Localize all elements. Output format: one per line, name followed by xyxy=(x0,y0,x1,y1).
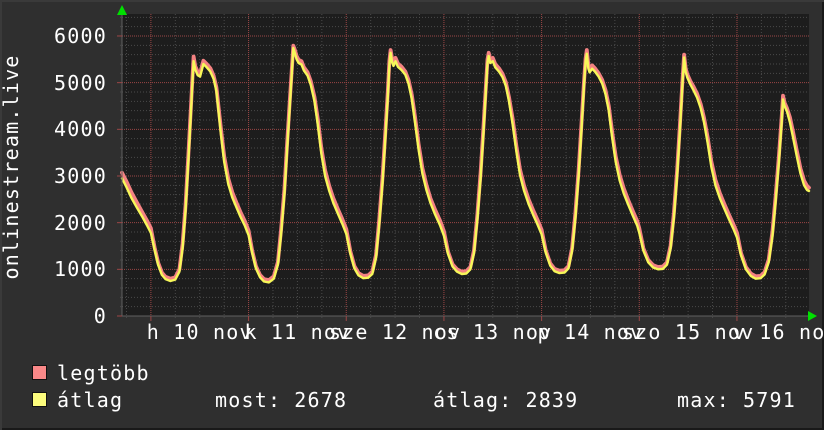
stat-atlag-label: átlag: xyxy=(433,388,513,412)
stat-max-value: 5791 xyxy=(742,388,796,412)
vertical-axis-title: onlinestream.live xyxy=(0,54,23,279)
y-axis-label: 2000 xyxy=(54,210,107,235)
legend-label-atlag: átlag xyxy=(57,388,124,412)
y-axis-label: 4000 xyxy=(54,117,107,142)
stat-atlag-value: 2839 xyxy=(525,388,579,412)
y-axis-label: 0 xyxy=(93,304,107,328)
x-axis-label: cs 13 nov xyxy=(433,320,553,344)
stat-most-label: most: xyxy=(215,388,282,412)
y-axis-arrow-icon xyxy=(117,5,127,15)
stat-max: max: 5791 xyxy=(677,390,796,410)
x-axis-label: v 16 nov xyxy=(732,320,824,344)
x-axis-label: h 10 nov xyxy=(146,320,253,344)
stat-max-label: max: xyxy=(677,388,730,412)
y-axis-label: 3000 xyxy=(54,163,107,188)
y-axis-label: 6000 xyxy=(54,23,107,48)
legend-swatch-legtobb xyxy=(32,365,47,380)
stat-most: most: 2678 xyxy=(215,390,347,410)
rrdtool-graph: onlinestream.live 0 1000 2000 3000 4000 5000 6… xyxy=(0,0,824,430)
legend-label-legtobb: legtöbb xyxy=(57,361,150,385)
stat-atlag: átlag: 2839 xyxy=(433,390,578,410)
y-axis-label: 1000 xyxy=(54,257,107,282)
stat-most-value: 2678 xyxy=(294,388,348,412)
y-axis-label: 5000 xyxy=(54,70,107,95)
legend-swatch-atlag xyxy=(32,392,47,407)
